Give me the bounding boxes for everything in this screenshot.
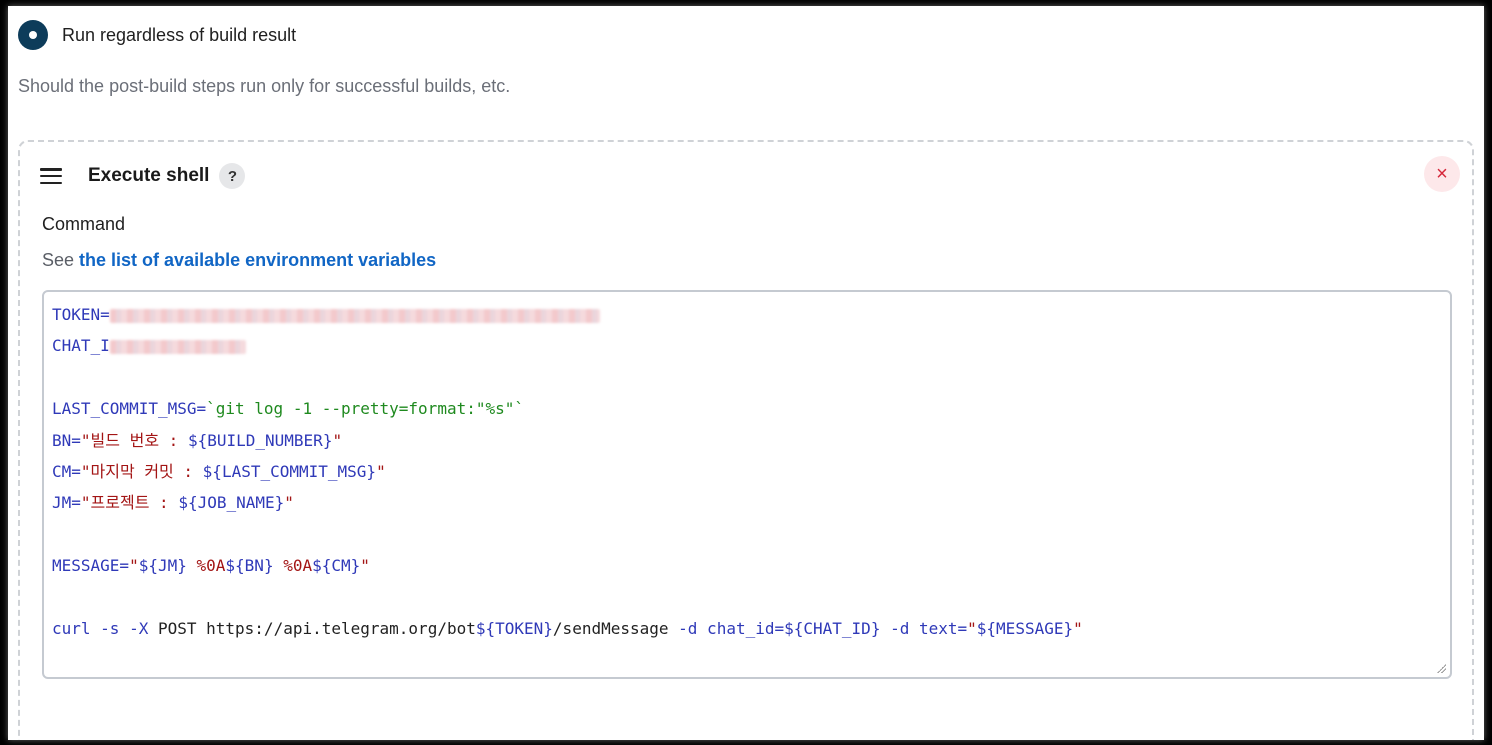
radio-label: Run regardless of build result (62, 24, 297, 45)
drag-handle-icon[interactable] (40, 168, 62, 184)
resize-grip-icon[interactable] (1436, 663, 1446, 673)
env-variables-link[interactable]: the list of available environment variab… (79, 250, 436, 270)
code-token: -d chat_id=${CHAT_ID} -d text= (678, 618, 968, 638)
code-token: " (376, 461, 386, 481)
code-token: " (332, 430, 343, 450)
code-token: POST https://api.telegram.org/bot (157, 618, 476, 638)
code-token: CM= (52, 461, 81, 481)
env-prefix: See (42, 250, 75, 270)
code-token: " (129, 556, 139, 576)
code-token: `git log -1 --pretty=format:"%s"` (206, 399, 525, 419)
redacted-value: [redacted] (109, 339, 246, 354)
radio-dot (29, 31, 37, 39)
code-token: " (1073, 618, 1083, 638)
code-token: "프로젝트 : (80, 493, 179, 513)
code-lines: TOKEN=[redacted]CHAT_I[redacted] LAST_CO… (52, 302, 1450, 647)
code-token: ${MESSAGE} (976, 618, 1074, 638)
code-token: TOKEN= (52, 305, 110, 324)
option-description: Should the post-build steps run only for… (18, 76, 511, 96)
post-build-config-panel: Run regardless of build result Should th… (8, 6, 1484, 740)
code-token: %0A (186, 556, 226, 576)
code-token: ${JOB_NAME} (178, 493, 285, 513)
delete-step-button[interactable]: × (1424, 156, 1460, 192)
code-line: curl -s -X POST https://api.telegram.org… (52, 616, 1450, 647)
code-token: ${BUILD_NUMBER} (187, 430, 333, 450)
step-header: Execute shell ? (40, 160, 246, 192)
code-line: BN="빌드 번호 : ${BUILD_NUMBER}" (52, 428, 1450, 459)
code-line: CM="마지막 커밋 : ${LAST_COMMIT_MSG}" (52, 459, 1450, 490)
execute-shell-step: Execute shell ? × Command See the list o… (18, 140, 1474, 740)
code-line: JM="프로젝트 : ${JOB_NAME}" (52, 490, 1450, 521)
code-token: " (284, 493, 294, 513)
code-token: curl -s -X (52, 618, 158, 638)
redacted-value: [redacted] (109, 308, 600, 323)
code-token: ${BN} (225, 556, 274, 576)
step-title: Execute shell (88, 165, 210, 186)
code-token: " (967, 618, 977, 638)
run-regardless-option[interactable]: Run regardless of build result (18, 20, 296, 50)
code-token: CHAT_I (52, 336, 110, 356)
command-label: Command (42, 214, 126, 234)
code-line: TOKEN=[redacted] (52, 302, 1450, 333)
code-token: ${JM} (138, 556, 187, 576)
code-line: CHAT_I[redacted] (52, 333, 1450, 364)
code-token: ${TOKEN} (475, 618, 553, 638)
radio-selected-icon[interactable] (18, 20, 48, 50)
code-token: "빌드 번호 : (80, 430, 188, 450)
code-token: ${LAST_COMMIT_MSG} (202, 461, 377, 481)
code-token: JM= (52, 493, 81, 513)
code-token: "마지막 커밋 : (80, 461, 203, 481)
code-token: " (360, 556, 370, 576)
code-token: LAST_COMMIT_MSG= (52, 399, 207, 419)
code-token: %0A (273, 556, 313, 576)
code-token: ${CM} (312, 556, 361, 576)
command-textarea[interactable]: TOKEN=[redacted]CHAT_I[redacted] LAST_CO… (42, 290, 1452, 679)
code-line: LAST_COMMIT_MSG=`git log -1 --pretty=for… (52, 396, 1450, 427)
code-token: MESSAGE= (52, 556, 130, 576)
code-line: MESSAGE="${JM} %0A${BN} %0A${CM}" (52, 553, 1450, 584)
env-variables-hint: See the list of available environment va… (42, 250, 436, 271)
close-icon: × (1436, 162, 1448, 185)
help-icon[interactable]: ? (219, 163, 246, 189)
code-token: BN= (52, 430, 81, 450)
code-token: /sendMessage (552, 618, 679, 638)
